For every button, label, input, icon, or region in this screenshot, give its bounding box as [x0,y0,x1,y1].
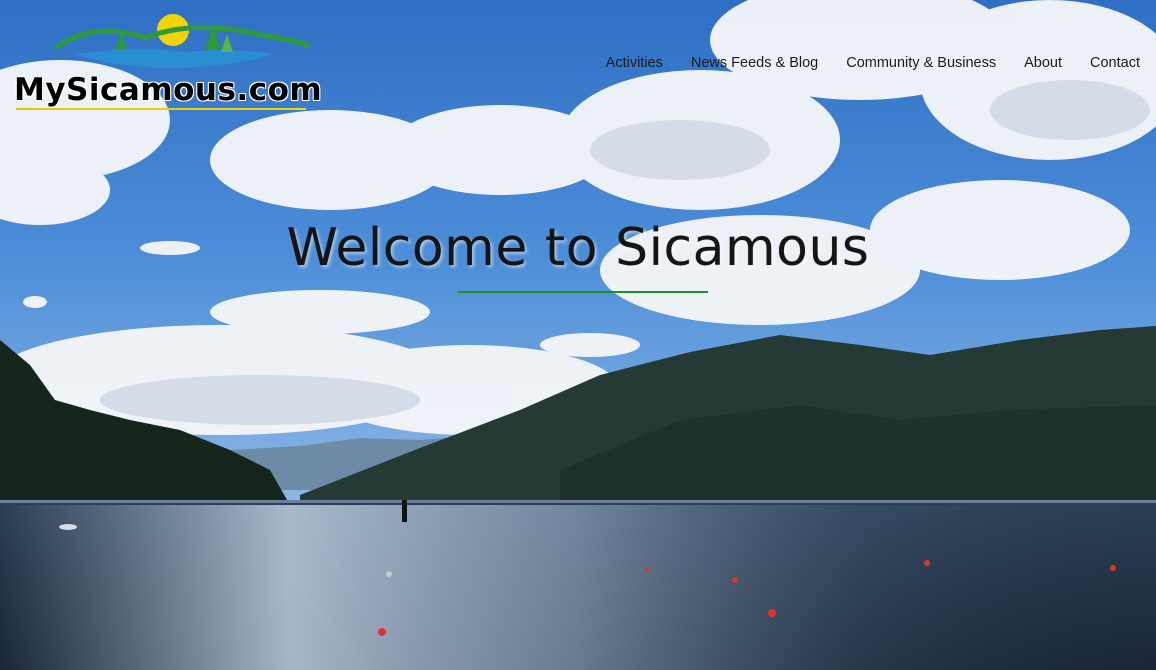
logo-landscape-icon [55,14,311,68]
hero-headline: Welcome to Sicamous [286,218,870,278]
nav-community-business[interactable]: Community & Business [846,55,996,71]
nav-about[interactable]: About [1024,55,1062,71]
hero-section: MySicamous.com Activities News Feeds & B… [0,0,1156,670]
nav-contact[interactable]: Contact [1090,55,1140,71]
nav-news-feeds-blog[interactable]: News Feeds & Blog [691,55,818,71]
nav-activities[interactable]: Activities [606,55,663,71]
site-logo[interactable]: MySicamous.com [10,10,322,120]
main-navigation: Activities News Feeds & Blog Community &… [606,55,1140,71]
logo-underline [16,108,306,110]
headline-divider [458,291,708,293]
logo-text: MySicamous.com [14,72,323,108]
